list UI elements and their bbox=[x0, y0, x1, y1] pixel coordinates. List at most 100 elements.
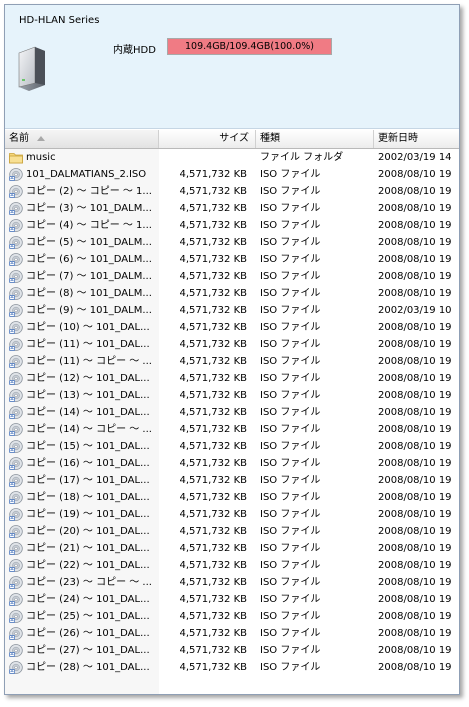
file-row[interactable]: コピー (13) ～ 101_DAL... 4,571,732 KB ISO ファイ… bbox=[5, 387, 459, 404]
file-row[interactable]: コピー (7) ～ 101_DALM... 4,571,732 KB ISO ファイ… bbox=[5, 268, 459, 285]
file-type: ファイル フォルダ bbox=[260, 152, 344, 163]
file-size bbox=[159, 149, 247, 166]
file-modified-date: 2008/08/10 19 bbox=[378, 373, 452, 384]
file-modified-date: 2008/08/10 19 bbox=[378, 560, 452, 571]
iso-disc-icon bbox=[9, 253, 23, 266]
file-type: ISO ファイル bbox=[260, 441, 321, 452]
file-row[interactable]: コピー (15) ～ 101_DAL... 4,571,732 KB ISO ファイ… bbox=[5, 438, 459, 455]
file-row[interactable]: コピー (5) ～ 101_DALM... 4,571,732 KB ISO ファイ… bbox=[5, 234, 459, 251]
file-name: コピー (25) ～ 101_DAL... bbox=[26, 611, 150, 622]
file-row[interactable]: コピー (25) ～ 101_DAL... 4,571,732 KB ISO ファイ… bbox=[5, 608, 459, 625]
file-row[interactable]: コピー (20) ～ 101_DAL... 4,571,732 KB ISO ファイ… bbox=[5, 523, 459, 540]
file-row[interactable]: コピー (11) ～ コピー ～ ... 4,571,732 KB ISO ファイル… bbox=[5, 353, 459, 370]
iso-disc-icon bbox=[9, 474, 23, 487]
file-row[interactable]: コピー (18) ～ 101_DAL... 4,571,732 KB ISO ファイ… bbox=[5, 489, 459, 506]
file-name: コピー (5) ～ 101_DALM... bbox=[26, 237, 152, 248]
file-type: ISO ファイル bbox=[260, 186, 321, 197]
column-header-size[interactable]: サイズ bbox=[159, 130, 256, 148]
file-type: ISO ファイル bbox=[260, 526, 321, 537]
file-type: ISO ファイル bbox=[260, 543, 321, 554]
file-name: コピー (10) ～ 101_DAL... bbox=[26, 322, 150, 333]
file-row[interactable]: コピー (10) ～ 101_DAL... 4,571,732 KB ISO ファイ… bbox=[5, 319, 459, 336]
file-type: ISO ファイル bbox=[260, 322, 321, 333]
file-modified-date: 2008/08/10 19 bbox=[378, 186, 452, 197]
file-name: コピー (17) ～ 101_DAL... bbox=[26, 475, 150, 486]
iso-disc-icon bbox=[9, 389, 23, 402]
file-row[interactable]: コピー (19) ～ 101_DAL... 4,571,732 KB ISO ファイ… bbox=[5, 506, 459, 523]
file-type: ISO ファイル bbox=[260, 645, 321, 656]
file-name: コピー (24) ～ 101_DAL... bbox=[26, 594, 150, 605]
file-size: 4,571,732 KB bbox=[179, 543, 248, 554]
column-name-label: 名前 bbox=[9, 133, 29, 144]
iso-disc-icon bbox=[9, 576, 23, 589]
file-modified-date: 2008/08/10 19 bbox=[378, 169, 452, 180]
file-type: ISO ファイル bbox=[260, 203, 321, 214]
file-row[interactable]: コピー (28) ～ 101_DAL... 4,571,732 KB ISO ファイ… bbox=[5, 659, 459, 676]
file-type: ISO ファイル bbox=[260, 560, 321, 571]
file-name: コピー (12) ～ 101_DAL... bbox=[26, 373, 150, 384]
file-row[interactable]: コピー (16) ～ 101_DAL... 4,571,732 KB ISO ファイ… bbox=[5, 455, 459, 472]
file-name: music bbox=[26, 152, 56, 163]
file-name: コピー (11) ～ 101_DAL... bbox=[26, 339, 150, 350]
iso-disc-icon bbox=[9, 185, 23, 198]
file-row[interactable]: コピー (12) ～ 101_DAL... 4,571,732 KB ISO ファイ… bbox=[5, 370, 459, 387]
file-row[interactable]: コピー (14) ～ コピー ～ ... 4,571,732 KB ISO ファイル… bbox=[5, 421, 459, 438]
file-row[interactable]: コピー (3) ～ 101_DALM... 4,571,732 KB ISO ファイ… bbox=[5, 200, 459, 217]
file-type: ISO ファイル bbox=[260, 475, 321, 486]
file-row[interactable]: コピー (2) ～ コピー ～ 1... 4,571,732 KB ISO ファイル… bbox=[5, 183, 459, 200]
column-header-name[interactable]: 名前 bbox=[5, 130, 159, 148]
file-modified-date: 2008/08/10 19 bbox=[378, 288, 452, 299]
iso-disc-icon bbox=[9, 236, 23, 249]
column-header-bar: 名前 サイズ 種類 更新日時 bbox=[5, 130, 459, 149]
file-name: コピー (15) ～ 101_DAL... bbox=[26, 441, 150, 452]
file-modified-date: 2008/08/10 19 bbox=[378, 543, 452, 554]
file-name: コピー (23) ～ コピー ～ ... bbox=[26, 577, 152, 588]
file-row[interactable]: music ファイル フォルダ 2002/03/19 14 bbox=[5, 149, 459, 166]
file-modified-date: 2008/08/10 19 bbox=[378, 645, 452, 656]
file-row[interactable]: コピー (24) ～ 101_DAL... 4,571,732 KB ISO ファイ… bbox=[5, 591, 459, 608]
file-row[interactable]: コピー (21) ～ 101_DAL... 4,571,732 KB ISO ファイ… bbox=[5, 540, 459, 557]
file-row[interactable]: コピー (4) ～ コピー ～ 1... 4,571,732 KB ISO ファイル… bbox=[5, 217, 459, 234]
file-row[interactable]: 101_DALMATIANS_2.ISO 4,571,732 KB ISO ファイル… bbox=[5, 166, 459, 183]
hdd-usage-text: 109.4GB/109.4GB(100.0%) bbox=[185, 41, 314, 52]
file-name: コピー (14) ～ 101_DAL... bbox=[26, 407, 150, 418]
file-modified-date: 2008/08/10 19 bbox=[378, 509, 452, 520]
iso-disc-icon bbox=[9, 423, 23, 436]
iso-disc-icon bbox=[9, 542, 23, 555]
column-header-date[interactable]: 更新日時 bbox=[374, 130, 459, 148]
file-row[interactable]: コピー (23) ～ コピー ～ ... 4,571,732 KB ISO ファイル… bbox=[5, 574, 459, 591]
file-row[interactable]: コピー (9) ～ 101_DALM... 4,571,732 KB ISO ファイ… bbox=[5, 302, 459, 319]
file-modified-date: 2008/08/10 19 bbox=[378, 237, 452, 248]
file-size: 4,571,732 KB bbox=[179, 169, 248, 180]
file-size: 4,571,732 KB bbox=[179, 186, 248, 197]
iso-disc-icon bbox=[9, 559, 23, 572]
file-type: ISO ファイル bbox=[260, 458, 321, 469]
iso-disc-icon bbox=[9, 661, 23, 674]
file-row[interactable]: コピー (14) ～ 101_DAL... 4,571,732 KB ISO ファイ… bbox=[5, 404, 459, 421]
series-title: HD-HLAN Series bbox=[19, 15, 100, 26]
file-type: ISO ファイル bbox=[260, 577, 321, 588]
file-size: 4,571,732 KB bbox=[179, 339, 248, 350]
file-row[interactable]: コピー (26) ～ 101_DAL... 4,571,732 KB ISO ファイ… bbox=[5, 625, 459, 642]
file-type: ISO ファイル bbox=[260, 373, 321, 384]
file-row[interactable]: コピー (8) ～ 101_DALM... 4,571,732 KB ISO ファイ… bbox=[5, 285, 459, 302]
file-modified-date: 2008/08/10 19 bbox=[378, 254, 452, 265]
file-row[interactable]: コピー (17) ～ 101_DAL... 4,571,732 KB ISO ファイ… bbox=[5, 472, 459, 489]
file-modified-date: 2008/08/10 19 bbox=[378, 577, 452, 588]
file-row[interactable]: コピー (11) ～ 101_DAL... 4,571,732 KB ISO ファイ… bbox=[5, 336, 459, 353]
file-type: ISO ファイル bbox=[260, 288, 321, 299]
file-modified-date: 2008/08/10 19 bbox=[378, 356, 452, 367]
file-type: ISO ファイル bbox=[260, 662, 321, 673]
file-name: コピー (16) ～ 101_DAL... bbox=[26, 458, 150, 469]
iso-disc-icon bbox=[9, 440, 23, 453]
file-size: 4,571,732 KB bbox=[179, 628, 248, 639]
file-row[interactable]: コピー (6) ～ 101_DALM... 4,571,732 KB ISO ファイ… bbox=[5, 251, 459, 268]
file-size: 4,571,732 KB bbox=[179, 526, 248, 537]
file-name: 101_DALMATIANS_2.ISO bbox=[26, 169, 147, 180]
file-row[interactable]: コピー (22) ～ 101_DAL... 4,571,732 KB ISO ファイ… bbox=[5, 557, 459, 574]
file-type: ISO ファイル bbox=[260, 594, 321, 605]
file-type: ISO ファイル bbox=[260, 492, 321, 503]
file-type: ISO ファイル bbox=[260, 271, 321, 282]
file-row[interactable]: コピー (27) ～ 101_DAL... 4,571,732 KB ISO ファイ… bbox=[5, 642, 459, 659]
column-header-type[interactable]: 種類 bbox=[256, 130, 374, 148]
